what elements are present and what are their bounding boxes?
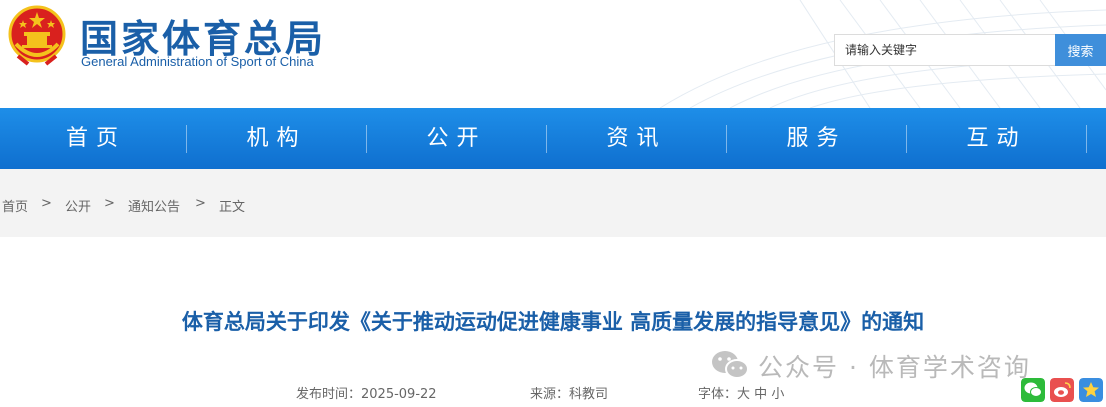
article-source: 来源：科教司 [530,387,609,402]
font-size-small[interactable]: 小 [771,387,784,402]
wechat-icon [712,351,749,379]
search-button[interactable]: 搜索 [1055,34,1106,66]
breadcrumb-home[interactable]: 首页 [2,196,28,215]
national-emblem-icon [8,5,66,66]
breadcrumb-separator: > [195,196,206,211]
site-subtitle: General Administration of Sport of China [81,54,314,69]
search-input[interactable] [834,34,1055,66]
favorite-star-icon[interactable] [1079,378,1103,402]
nav-item-home[interactable]: 首页 [6,108,186,169]
nav-item-news[interactable]: 资讯 [547,108,726,169]
article-title: 体育总局关于印发《关于推动运动促进健康事业 高质量发展的指导意见》的通知 [181,310,925,334]
font-size-control: 字体：大 中 小 [698,383,784,402]
breadcrumb-notices[interactable]: 通知公告 [128,196,180,215]
breadcrumb-separator: > [104,196,115,211]
nav-item-services[interactable]: 服务 [727,108,906,169]
wechat-share-icon[interactable] [1021,378,1045,402]
nav-item-interaction[interactable]: 互动 [907,108,1086,169]
nav-divider [1086,125,1087,153]
main-nav: 首页 机构 公开 资讯 服务 互动 [0,108,1106,169]
nav-item-public[interactable]: 公开 [367,108,546,169]
breadcrumb-public[interactable]: 公开 [65,196,91,215]
search-bar: 搜索 [834,34,1106,66]
publish-time: 发布时间：2025-09-22 [296,387,437,402]
watermark-text: 公众号 · 体育学术咨询 [758,353,1031,382]
font-size-medium[interactable]: 中 [754,387,767,402]
breadcrumb: 首页 > 公开 > 通知公告 > 正文 [0,169,1106,237]
font-size-large[interactable]: 大 [737,387,750,402]
font-size-label: 字体： [698,387,738,402]
breadcrumb-current: 正文 [219,200,246,215]
breadcrumb-separator: > [41,196,52,211]
nav-item-institutions[interactable]: 机构 [187,108,366,169]
weibo-share-icon[interactable] [1050,378,1074,402]
